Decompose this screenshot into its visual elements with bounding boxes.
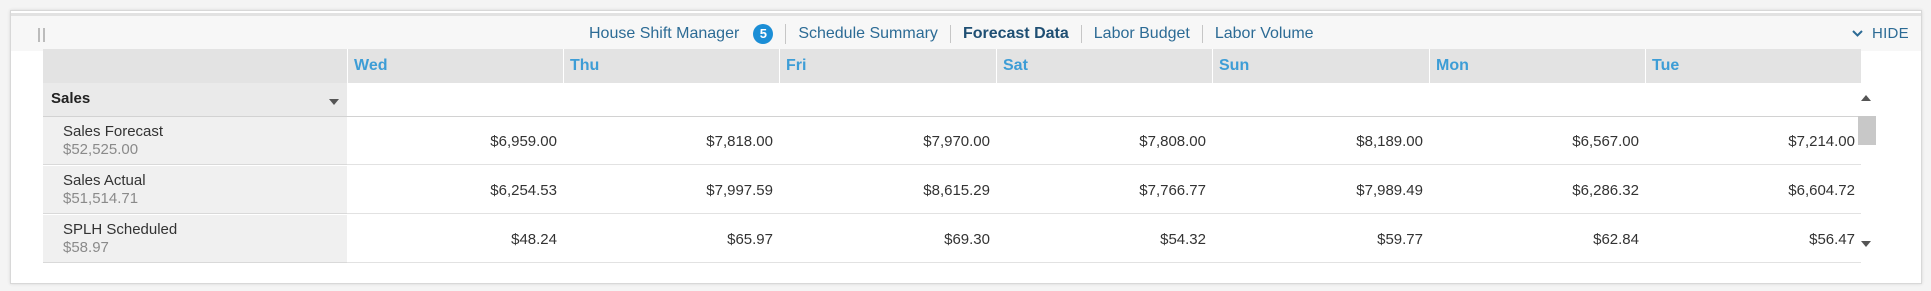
table-cell: $69.30 xyxy=(944,231,990,248)
notification-badge: 5 xyxy=(753,23,774,44)
day-header: Mon xyxy=(1429,49,1645,83)
row-label: Sales Forecast $52,525.00 xyxy=(43,117,347,165)
table-cell: $6,254.53 xyxy=(490,182,557,199)
tab-label: Schedule Summary xyxy=(798,24,938,42)
table-row: $48.24 $65.97 $69.30 $54.32 $59.77 $62.8… xyxy=(347,215,1861,263)
table-cell: $7,989.49 xyxy=(1356,182,1423,199)
section-band xyxy=(347,83,1861,117)
day-header: Wed xyxy=(347,49,563,83)
scroll-thumb[interactable] xyxy=(1858,116,1876,145)
tab-label: House Shift Manager xyxy=(589,24,740,42)
tab-label: Forecast Data xyxy=(962,24,1069,42)
table-cell: $6,959.00 xyxy=(490,133,557,150)
table-cell: $7,997.59 xyxy=(706,182,773,199)
row-name: Sales Actual xyxy=(63,172,146,189)
table-cell: $48.24 xyxy=(511,231,557,248)
panel-header: House Shift Manager 5 Schedule Summary Fo… xyxy=(11,13,1921,51)
hide-button[interactable]: HIDE xyxy=(1852,16,1909,51)
tab-house-shift-manager[interactable]: House Shift Manager 5 xyxy=(577,23,787,44)
table-cell: $56.47 xyxy=(1809,231,1855,248)
chevron-down-icon xyxy=(1852,30,1863,37)
day-header: Thu xyxy=(563,49,779,83)
caret-down-icon xyxy=(329,99,339,105)
table-cell: $65.97 xyxy=(727,231,773,248)
table-cell: $6,567.00 xyxy=(1572,133,1639,150)
section-dropdown[interactable]: Sales xyxy=(43,83,347,117)
table-cell: $7,766.77 xyxy=(1139,182,1206,199)
day-header: Sat xyxy=(996,49,1212,83)
table-cell: $54.32 xyxy=(1160,231,1206,248)
table-row: $6,254.53 $7,997.59 $8,615.29 $7,766.77 … xyxy=(347,166,1861,214)
row-label: Sales Actual $51,514.71 xyxy=(43,166,347,214)
drag-handle-icon[interactable] xyxy=(38,28,47,42)
day-header: Tue xyxy=(1645,49,1861,83)
tab-labor-budget[interactable]: Labor Budget xyxy=(1082,24,1203,43)
row-name: Sales Forecast xyxy=(63,123,164,140)
tab-forecast-data[interactable]: Forecast Data xyxy=(951,24,1082,43)
row-total: $51,514.71 xyxy=(63,190,139,207)
scroll-up-icon[interactable] xyxy=(1861,95,1871,101)
table-cell: $6,286.32 xyxy=(1572,182,1639,199)
table-cell: $59.77 xyxy=(1377,231,1423,248)
row-total: $58.97 xyxy=(63,239,109,256)
tab-label: Labor Volume xyxy=(1214,24,1314,42)
forecast-grid: Wed Thu Fri Sat Sun Mon Tue Sales Sales … xyxy=(43,49,1879,265)
tab-schedule-summary[interactable]: Schedule Summary xyxy=(786,24,951,43)
table-row: $6,959.00 $7,818.00 $7,970.00 $7,808.00 … xyxy=(347,117,1861,165)
scroll-down-icon[interactable] xyxy=(1861,241,1871,247)
row-label: SPLH Scheduled $58.97 xyxy=(43,215,347,263)
corner-header xyxy=(43,49,347,83)
table-cell: $6,604.72 xyxy=(1788,182,1855,199)
table-cell: $7,214.00 xyxy=(1788,133,1855,150)
row-total: $52,525.00 xyxy=(63,141,139,158)
table-cell: $8,189.00 xyxy=(1356,133,1423,150)
table-cell: $62.84 xyxy=(1593,231,1639,248)
tab-nav: House Shift Manager 5 Schedule Summary Fo… xyxy=(577,16,1326,51)
day-header: Fri xyxy=(779,49,996,83)
table-cell: $7,970.00 xyxy=(923,133,990,150)
section-label: Sales xyxy=(51,90,91,107)
table-cell: $7,808.00 xyxy=(1139,133,1206,150)
tab-labor-volume[interactable]: Labor Volume xyxy=(1203,25,1326,43)
hide-label: HIDE xyxy=(1871,25,1909,42)
table-cell: $8,615.29 xyxy=(923,182,990,199)
table-cell: $7,818.00 xyxy=(706,133,773,150)
tab-label: Labor Budget xyxy=(1093,24,1190,42)
day-header: Sun xyxy=(1212,49,1429,83)
vertical-scrollbar[interactable] xyxy=(1857,91,1876,261)
forecast-panel: House Shift Manager 5 Schedule Summary Fo… xyxy=(10,10,1922,284)
row-name: SPLH Scheduled xyxy=(63,221,178,238)
